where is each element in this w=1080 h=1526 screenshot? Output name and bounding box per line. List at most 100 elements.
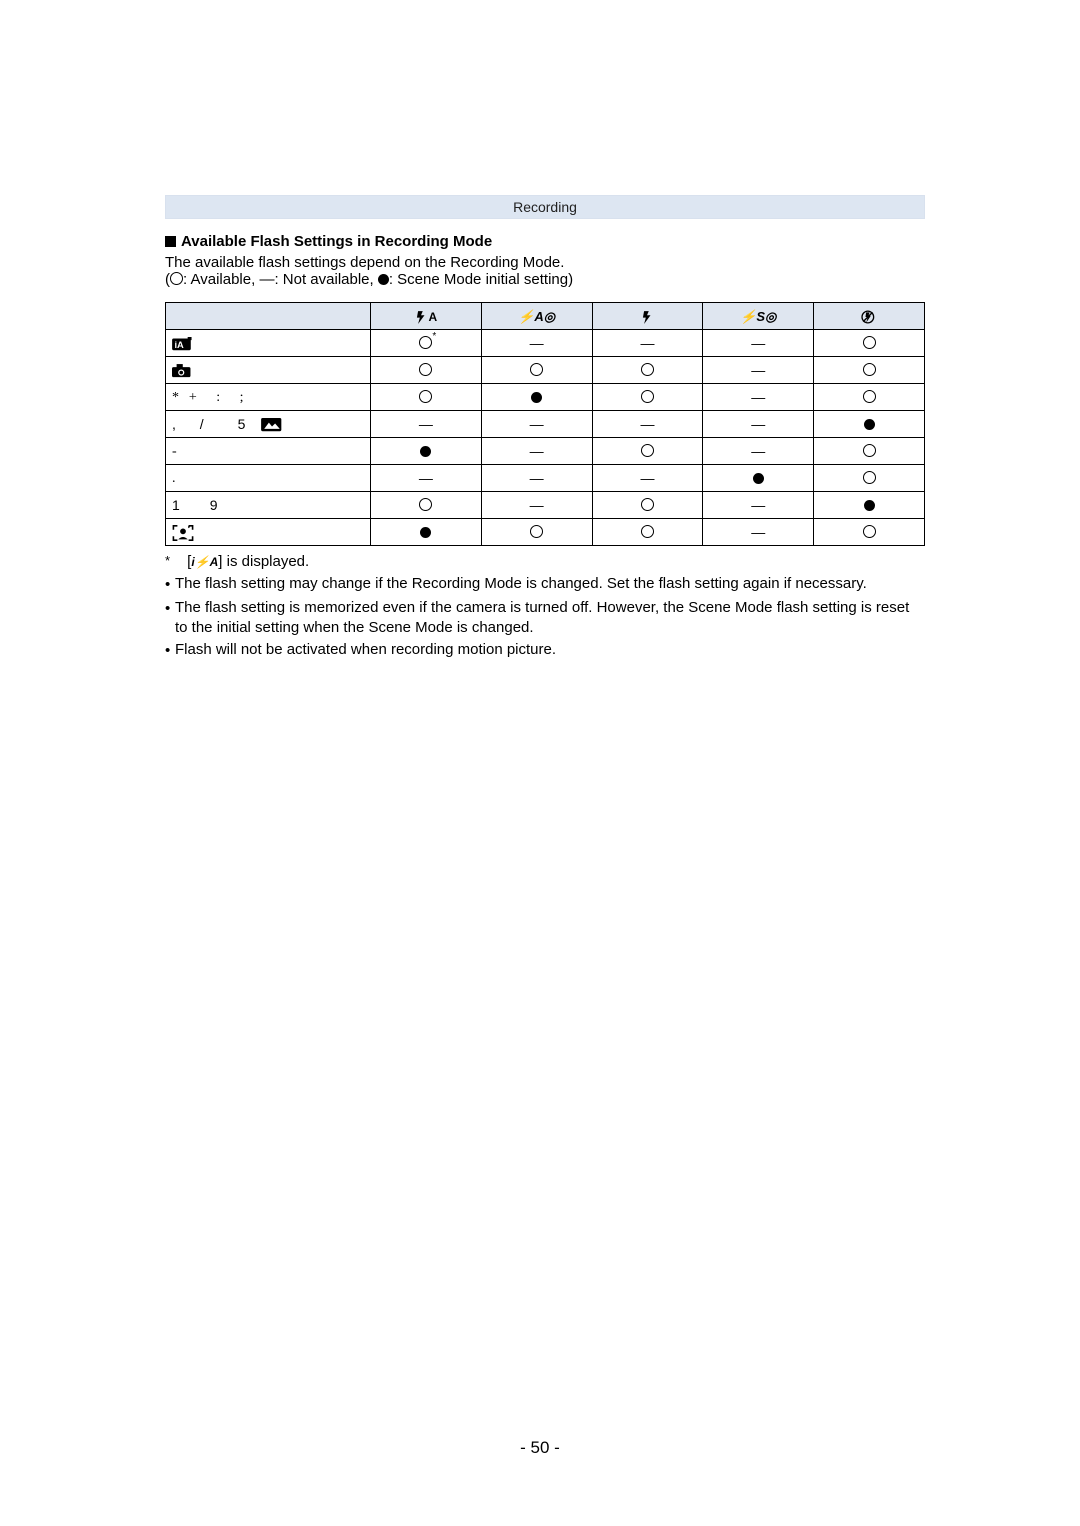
col-header-mode [166,303,371,330]
legend: (: Available, —: Not available, : Scene … [165,271,925,288]
row-label-text: , / [172,416,214,432]
circle-open-icon [641,444,654,457]
footnote-star-icon: * [165,552,183,570]
cell: — [481,438,592,465]
cell [481,357,592,384]
cell [814,384,925,411]
page-number: - 50 - [0,1438,1080,1458]
row-label-scene-d: . [166,465,371,492]
circle-open-icon [863,525,876,538]
cell: — [481,492,592,519]
row-label-normal [166,357,371,384]
flash-settings-table: A ⚡A◎ ⚡S◎ [165,302,925,546]
table-body: iA * — — — [166,330,925,546]
col-header-auto: A [370,303,481,330]
table-row: * + : ; — [166,384,925,411]
circle-open-icon [863,336,876,349]
legend-available: : Available, [183,271,259,288]
circle-open-icon [641,525,654,538]
cell [592,519,703,546]
list-item: • The flash setting is memorized even if… [165,598,925,639]
legend-initial: : Scene Mode initial setting) [389,271,573,288]
list-item-text: The flash setting is memorized even if t… [175,598,925,639]
cell [481,519,592,546]
col-header-off [814,303,925,330]
circle-filled-icon [531,392,542,403]
bullet-icon: • [165,598,175,639]
circle-open-icon [419,363,432,376]
circle-open-icon [641,390,654,403]
footnote-marker: * [432,331,436,342]
circle-filled-icon [420,446,431,457]
section-heading: Available Flash Settings in Recording Mo… [165,233,925,250]
cell: — [370,465,481,492]
footnote-text: is displayed. [227,553,310,570]
section-heading-text: Available Flash Settings in Recording Mo… [181,233,492,250]
col-header-auto-redeye: ⚡A◎ [481,303,592,330]
cell: — [370,411,481,438]
row-label-scene-e: 1 9 [166,492,371,519]
cell: — [592,330,703,357]
circle-open-icon [419,390,432,403]
row-label-scene-c: - [166,438,371,465]
table-row: — [166,357,925,384]
cell [814,492,925,519]
circle-open-icon [419,336,432,349]
cell [814,330,925,357]
table-row: - — — [166,438,925,465]
cell [592,357,703,384]
cell: — [703,492,814,519]
cell [814,438,925,465]
flash-auto-icon [414,310,428,324]
cell [814,519,925,546]
iflasha-text: i⚡A [191,555,218,569]
flash-auto-redeye-text: ⚡A◎ [518,309,555,324]
circle-open-icon [641,498,654,511]
row-label-scene-a: * + : ; [166,384,371,411]
circle-open-icon [530,525,543,538]
cell [814,357,925,384]
row-label-scene-b: , / 5 [166,411,371,438]
table-row: 1 9 — — [166,492,925,519]
list-item: • The flash setting may change if the Re… [165,574,925,595]
circle-filled-icon [864,500,875,511]
cell [814,411,925,438]
scenery-icon [261,418,283,432]
star-icon: * [172,390,179,405]
table-row: — [166,519,925,546]
flash-off-icon [860,310,878,324]
cell: — [703,384,814,411]
bullet-icon: • [165,640,175,661]
list-item-text: The flash setting may change if the Reco… [175,574,925,595]
cell: — [592,465,703,492]
footnote: * [i⚡A] is displayed. [165,552,925,572]
cell: — [703,330,814,357]
circle-filled-icon [753,473,764,484]
cell: * [370,330,481,357]
list-item: • Flash will not be activated when recor… [165,640,925,661]
cell [592,384,703,411]
svg-text:iA: iA [174,340,184,350]
col-header-forced [592,303,703,330]
cell: — [481,411,592,438]
circle-filled-icon [864,419,875,430]
intro-line: The available flash settings depend on t… [165,254,925,271]
circle-open-icon [863,444,876,457]
circle-open-icon [641,363,654,376]
row-label-face-detect [166,519,371,546]
circle-open-icon [530,363,543,376]
circle-open-icon [170,272,183,285]
table-row: iA * — — — [166,330,925,357]
circle-open-icon [863,471,876,484]
cell: — [703,411,814,438]
square-bullet-icon [165,236,176,247]
cell [592,492,703,519]
table-row: . — — — [166,465,925,492]
cell [370,492,481,519]
cell: — [703,438,814,465]
notes-list: • The flash setting may change if the Re… [165,574,925,661]
flash-slow-redeye-text: ⚡S◎ [740,309,776,324]
cell [481,384,592,411]
ia-mode-icon: iA [172,337,194,351]
table-row: , / 5 — — — — [166,411,925,438]
